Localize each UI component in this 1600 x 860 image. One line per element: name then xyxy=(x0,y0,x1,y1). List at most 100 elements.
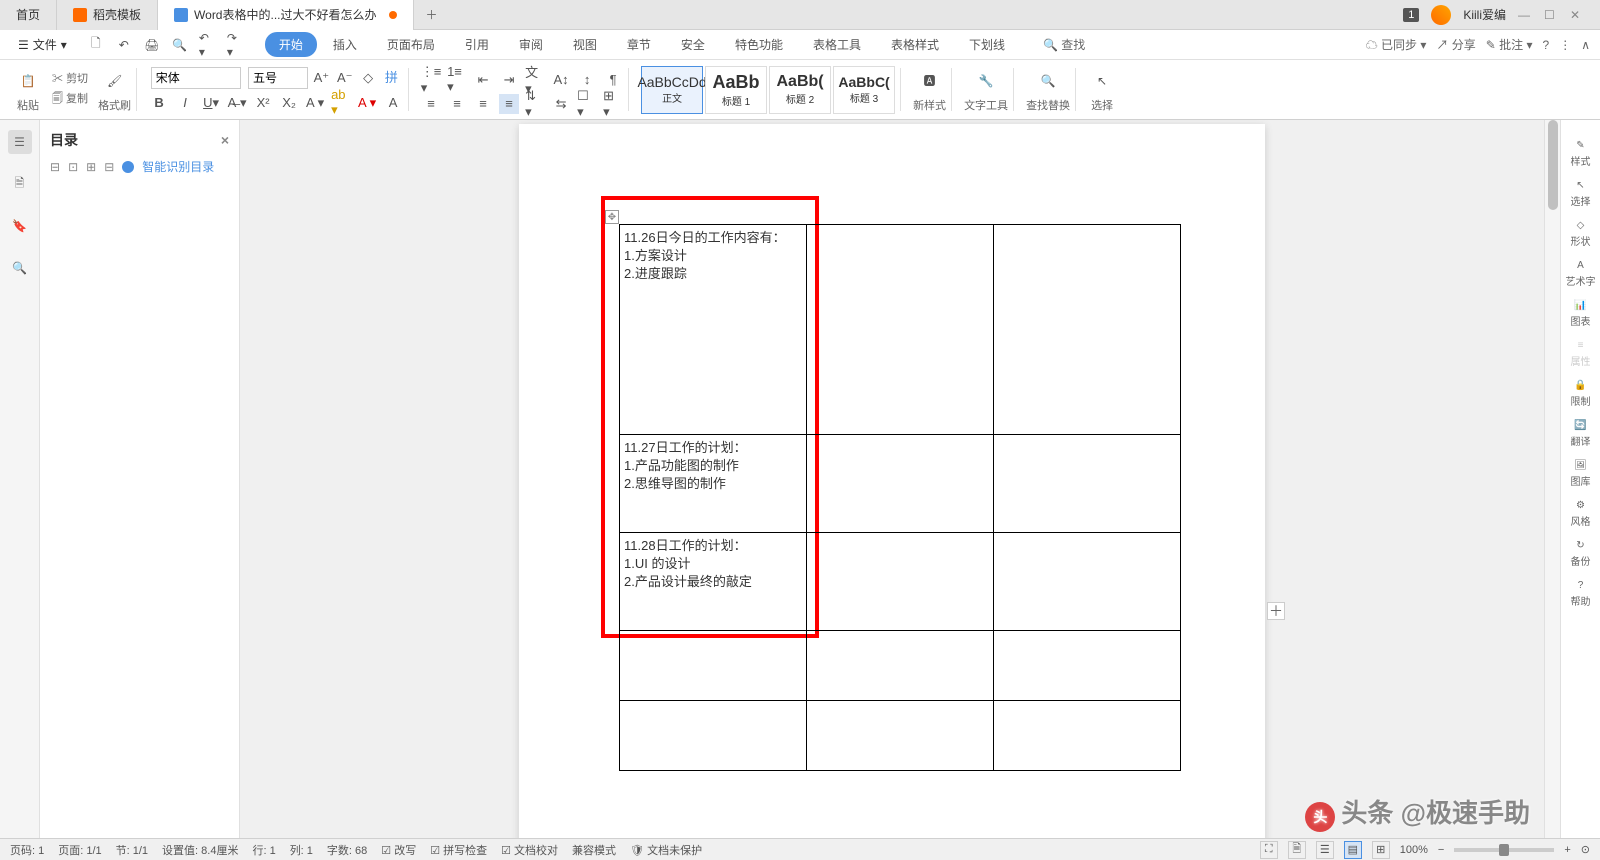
save-icon[interactable]: 🗋 xyxy=(87,36,105,54)
cut-button[interactable]: ✂ 剪切 xyxy=(52,70,88,86)
style-normal[interactable]: AaBbCcDd正文 xyxy=(641,66,703,114)
underline-button[interactable]: U ▾ xyxy=(201,93,221,113)
indent-increase-icon[interactable]: ⇥ xyxy=(499,70,519,90)
remove-heading-icon[interactable]: ⊟ xyxy=(104,160,114,174)
add-heading-icon[interactable]: ⊞ xyxy=(86,160,96,174)
document-canvas[interactable]: ✥ 11.26日今日的工作内容有： 1.方案设计 2.进度跟踪 11.27日工作… xyxy=(240,120,1544,838)
annotate-button[interactable]: ✎ 批注 ▾ xyxy=(1486,36,1533,53)
rr-style2[interactable]: ⚙风格 xyxy=(1565,500,1597,528)
table-move-handle[interactable]: ✥ xyxy=(605,210,619,224)
sb-unprotect[interactable]: 🛡 文档未保护 xyxy=(630,842,702,858)
align-left-icon[interactable]: ≡ xyxy=(421,94,441,114)
align-center-icon[interactable]: ≡ xyxy=(447,94,467,114)
paragraph-mark-icon[interactable]: ¶ xyxy=(603,70,623,90)
ribbon-tab-insert[interactable]: 插入 xyxy=(319,32,371,57)
add-row-button[interactable]: ＋ xyxy=(1267,602,1285,620)
zoom-out-icon[interactable]: − xyxy=(1438,844,1444,856)
close-outline-icon[interactable]: × xyxy=(221,132,229,148)
increase-font-icon[interactable]: A⁺ xyxy=(311,68,331,88)
bold-button[interactable]: B xyxy=(149,93,169,113)
table-cell[interactable] xyxy=(994,631,1181,701)
rr-shape[interactable]: ◇形状 xyxy=(1565,220,1597,248)
scrollbar-thumb[interactable] xyxy=(1548,120,1558,210)
zoom-slider[interactable] xyxy=(1454,848,1554,852)
align-justify-icon[interactable]: ≡ xyxy=(499,94,519,114)
spacing-icon[interactable]: ⇆ xyxy=(551,94,571,114)
tab-daoke[interactable]: 稻壳模板 xyxy=(57,0,158,30)
table-cell[interactable] xyxy=(620,631,807,701)
copy-button[interactable]: 🗐 复制 xyxy=(52,90,88,109)
table-cell[interactable] xyxy=(994,533,1181,631)
view-print-icon[interactable]: 🗎 xyxy=(1288,841,1306,859)
text-direction-icon[interactable]: 文 ▾ xyxy=(525,70,545,90)
italic-button[interactable]: I xyxy=(175,93,195,113)
subscript-button[interactable]: X₂ xyxy=(279,93,299,113)
size-select[interactable] xyxy=(248,67,308,89)
tab-home[interactable]: 首页 xyxy=(0,0,57,30)
line-spacing-icon[interactable]: ⇅ ▾ xyxy=(525,94,545,114)
table-cell[interactable] xyxy=(807,701,994,771)
table-cell[interactable] xyxy=(620,701,807,771)
text-tool-icon[interactable]: 🔧 xyxy=(972,67,1000,95)
bookmark-icon[interactable]: 🔖 xyxy=(8,214,32,238)
borders-icon[interactable]: ⊞ ▾ xyxy=(603,94,623,114)
sb-section[interactable]: 节: 1/1 xyxy=(116,842,148,858)
help-icon[interactable]: ? xyxy=(1543,38,1550,52)
view-web-icon[interactable]: ⊞ xyxy=(1372,841,1390,859)
style-h1[interactable]: AaBb标题 1 xyxy=(705,66,767,114)
paste-icon[interactable]: 📋 xyxy=(14,67,42,95)
rr-backup[interactable]: ↻备份 xyxy=(1565,540,1597,568)
font-color-button[interactable]: A ▾ xyxy=(357,93,377,113)
rr-restrict[interactable]: 🔒限制 xyxy=(1565,380,1597,408)
ribbon-tab-security[interactable]: 安全 xyxy=(667,32,719,57)
sort-icon[interactable]: ↕ xyxy=(577,70,597,90)
strikethrough-button[interactable]: A̶ ▾ xyxy=(227,93,247,113)
ribbon-tab-layout[interactable]: 页面布局 xyxy=(373,32,449,57)
table-cell[interactable] xyxy=(994,701,1181,771)
expand-all-icon[interactable]: ⊟ xyxy=(50,160,60,174)
collapse-ribbon-icon[interactable]: ∧ xyxy=(1581,38,1590,52)
format-painter-icon[interactable]: 🖌 xyxy=(101,67,129,95)
sb-row[interactable]: 行: 1 xyxy=(252,842,275,858)
page-icon[interactable]: 🗎 xyxy=(8,172,32,196)
char-shading-button[interactable]: A xyxy=(383,93,403,113)
tab-document[interactable]: Word表格中的...过大不好看怎么办 xyxy=(158,0,413,30)
notification-badge[interactable]: 1 xyxy=(1403,8,1419,22)
rr-chart[interactable]: 📊图表 xyxy=(1565,300,1597,328)
zoom-in-icon[interactable]: + xyxy=(1564,844,1570,856)
collapse-icon[interactable]: ⋮ xyxy=(1559,38,1571,52)
redo-icon[interactable]: ↷ ▾ xyxy=(227,36,245,54)
style-h3[interactable]: AaBbC(标题 3 xyxy=(833,66,895,114)
rr-style[interactable]: ✎样式 xyxy=(1565,140,1597,168)
view-fullscreen-icon[interactable]: ⛶ xyxy=(1260,841,1278,859)
close-button[interactable]: ✕ xyxy=(1570,8,1584,22)
rr-gallery[interactable]: 🖼图库 xyxy=(1565,460,1597,488)
zoom-icon[interactable]: 🔍 xyxy=(8,256,32,280)
file-menu[interactable]: ☰ 文件 ▾ xyxy=(10,36,75,53)
sb-words[interactable]: 字数: 68 xyxy=(327,842,367,858)
vertical-scrollbar[interactable] xyxy=(1544,120,1560,838)
align-right-icon[interactable]: ≡ xyxy=(473,94,493,114)
fit-icon[interactable]: ⊙ xyxy=(1581,843,1590,856)
document-table[interactable]: 11.26日今日的工作内容有： 1.方案设计 2.进度跟踪 11.27日工作的计… xyxy=(619,224,1181,771)
table-cell[interactable]: 11.27日工作的计划： 1.产品功能图的制作 2.思维导图的制作 xyxy=(620,435,807,533)
table-cell[interactable]: 11.28日工作的计划： 1.UI 的设计 2.产品设计最终的敲定 xyxy=(620,533,807,631)
view-page-icon[interactable]: ▤ xyxy=(1344,841,1362,859)
collapse-all-icon[interactable]: ⊡ xyxy=(68,160,78,174)
find-replace-icon[interactable]: 🔍 xyxy=(1034,67,1062,95)
print-icon[interactable]: 🖨 xyxy=(143,36,161,54)
text-effect-button[interactable]: A ▾ xyxy=(305,93,325,113)
select-icon[interactable]: ↖ xyxy=(1088,67,1116,95)
rr-select[interactable]: ↖选择 xyxy=(1565,180,1597,208)
ribbon-tab-start[interactable]: 开始 xyxy=(265,32,317,57)
table-cell[interactable] xyxy=(807,533,994,631)
ribbon-tab-special[interactable]: 特色功能 xyxy=(721,32,797,57)
sb-setval[interactable]: 设置值: 8.4厘米 xyxy=(162,842,238,858)
table-cell[interactable] xyxy=(994,435,1181,533)
sb-page[interactable]: 页面: 1/1 xyxy=(58,842,101,858)
maximize-button[interactable]: ☐ xyxy=(1544,8,1558,22)
undo-icon[interactable]: ↶ xyxy=(115,36,133,54)
rr-help[interactable]: ?帮助 xyxy=(1565,580,1597,608)
rr-translate[interactable]: 🔄翻译 xyxy=(1565,420,1597,448)
sb-spell[interactable]: ☑ 拼写检查 xyxy=(430,842,487,858)
